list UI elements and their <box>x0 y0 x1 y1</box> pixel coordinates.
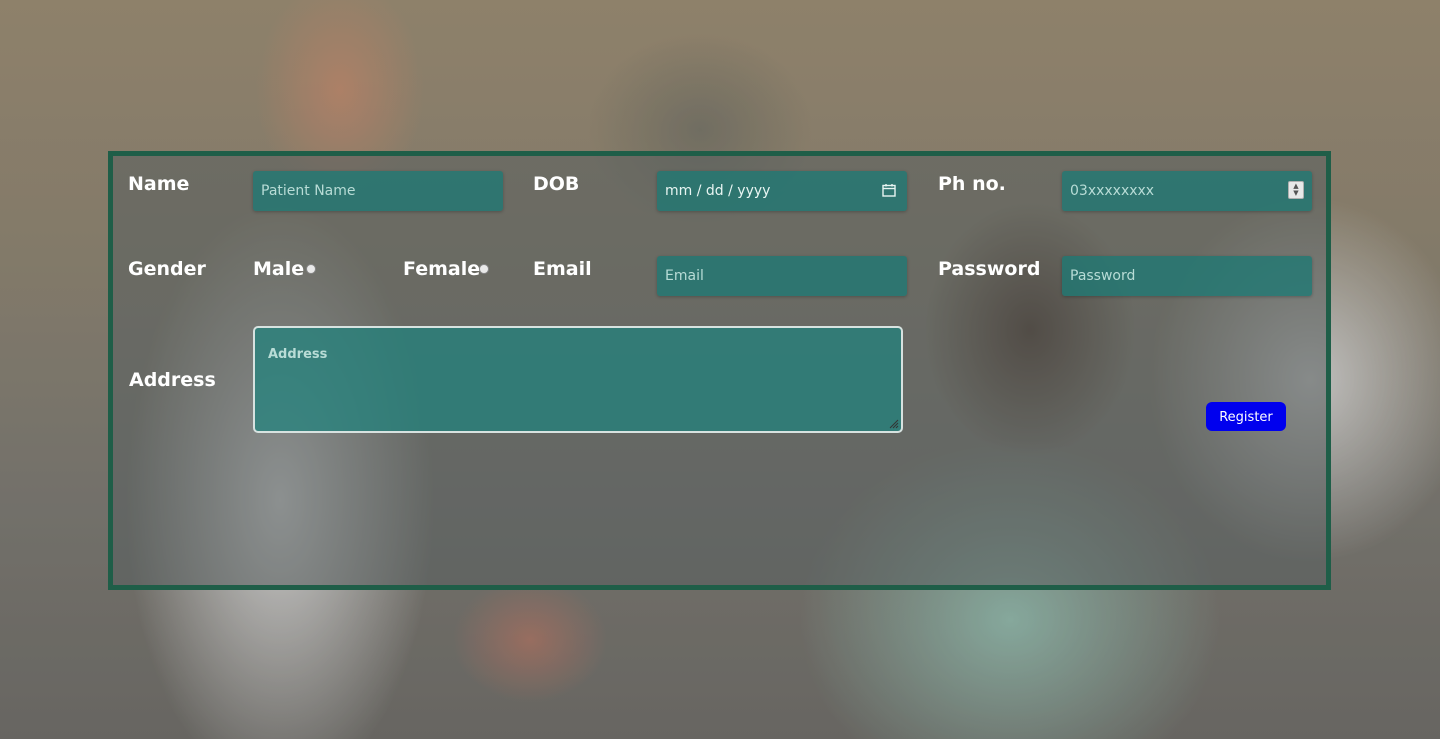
spinner-icon[interactable]: ▲ ▼ <box>1288 181 1304 199</box>
email-label: Email <box>533 258 592 280</box>
calendar-icon[interactable] <box>882 183 896 197</box>
register-button[interactable]: Register <box>1206 402 1286 431</box>
gender-male-radio[interactable] <box>306 264 316 274</box>
patient-name-placeholder: Patient Name <box>261 183 356 199</box>
address-textarea[interactable]: Address <box>253 326 903 433</box>
dob-date-input[interactable]: mm / dd / yyyy <box>657 171 907 211</box>
dob-label: DOB <box>533 173 580 195</box>
resize-grip-icon[interactable] <box>887 417 899 429</box>
dob-value: mm / dd / yyyy <box>665 183 771 199</box>
gender-female-radio[interactable] <box>479 264 489 274</box>
password-input[interactable]: Password <box>1062 256 1312 296</box>
password-placeholder: Password <box>1070 268 1136 284</box>
email-input[interactable]: Email <box>657 256 907 296</box>
phone-label: Ph no. <box>938 173 1006 195</box>
name-label: Name <box>128 173 190 195</box>
address-label: Address <box>129 369 216 391</box>
phone-placeholder: 03xxxxxxxx <box>1070 183 1155 199</box>
gender-male-label: Male <box>253 258 305 280</box>
patient-name-input[interactable]: Patient Name <box>253 171 503 211</box>
gender-female-label: Female <box>403 258 481 280</box>
password-label: Password <box>938 258 1041 280</box>
phone-number-input[interactable]: 03xxxxxxxx ▲ ▼ <box>1062 171 1312 211</box>
email-placeholder: Email <box>665 268 704 284</box>
gender-label: Gender <box>128 258 206 280</box>
address-placeholder: Address <box>268 347 328 362</box>
